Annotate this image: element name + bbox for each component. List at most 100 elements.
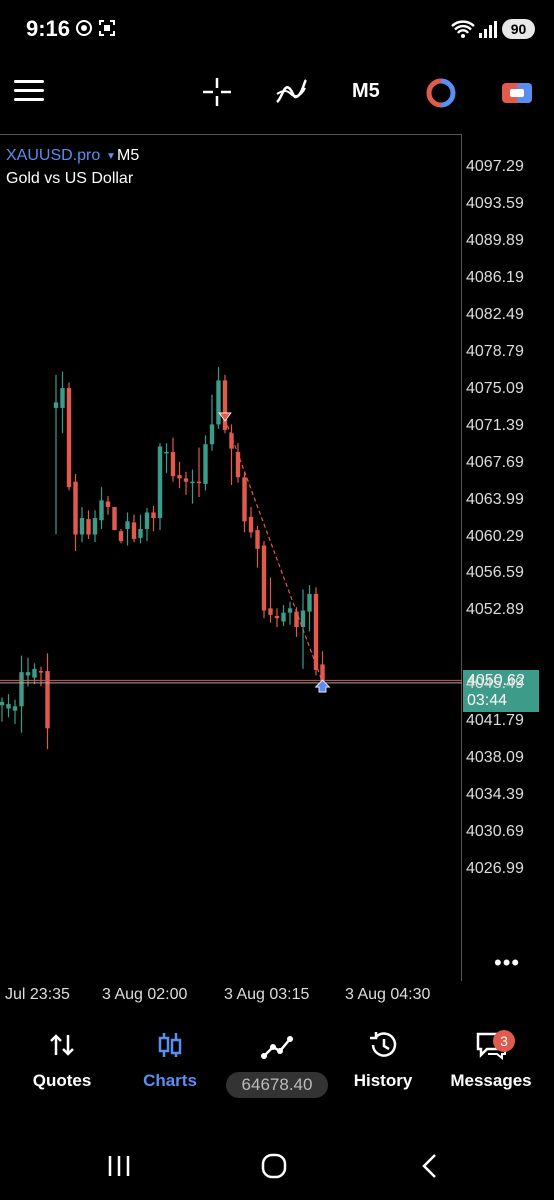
one-click-trading-icon[interactable] bbox=[500, 80, 534, 106]
candle-body bbox=[38, 671, 44, 673]
candle-body bbox=[255, 530, 260, 549]
candle-body bbox=[105, 501, 111, 507]
messages-badge: 3 bbox=[493, 1030, 515, 1052]
candle-body bbox=[6, 704, 11, 709]
nav-quotes[interactable]: Quotes bbox=[12, 1030, 112, 1091]
candle-body bbox=[19, 672, 24, 707]
candle-body bbox=[157, 446, 163, 519]
sell-arrow-marker bbox=[218, 412, 232, 422]
price-label: 4030.69 bbox=[466, 823, 524, 841]
nav-trade[interactable] bbox=[227, 1032, 327, 1067]
crosshair-icon[interactable] bbox=[201, 76, 233, 108]
candle-body bbox=[112, 506, 117, 531]
trade-line bbox=[224, 418, 324, 683]
trade-graph-icon bbox=[261, 1036, 293, 1059]
price-label: 4071.39 bbox=[466, 416, 524, 434]
candle-body bbox=[86, 519, 91, 535]
candle-body bbox=[268, 608, 273, 615]
candle-body bbox=[79, 518, 85, 535]
candle-body bbox=[177, 475, 182, 479]
charts-icon bbox=[158, 1033, 182, 1057]
candle-body bbox=[235, 451, 241, 478]
time-label: 3 Aug 04:30 bbox=[345, 986, 431, 1003]
camera-status-icon bbox=[76, 20, 92, 36]
candle-body bbox=[203, 444, 208, 484]
candle-body bbox=[32, 668, 37, 678]
price-label: 4052.89 bbox=[466, 601, 524, 619]
candle-body bbox=[183, 478, 189, 482]
candle-body bbox=[216, 380, 221, 425]
candle-body bbox=[248, 516, 254, 533]
nav-messages[interactable]: Messages bbox=[441, 1030, 541, 1091]
wifi-icon bbox=[451, 20, 475, 38]
time-label: Jul 23:35 bbox=[5, 986, 70, 1003]
price-axis bbox=[0, 0, 554, 1]
back-button[interactable] bbox=[418, 1152, 442, 1180]
candle-body bbox=[0, 701, 5, 706]
bar-countdown: 03:44 bbox=[467, 692, 508, 709]
candle-body bbox=[274, 615, 280, 619]
nav-history[interactable]: History bbox=[333, 1030, 433, 1091]
candle-body bbox=[164, 451, 169, 454]
price-label: 4045.49 bbox=[466, 675, 524, 693]
home-button[interactable] bbox=[260, 1152, 288, 1180]
candle-body bbox=[190, 481, 195, 484]
candlestick-chart[interactable] bbox=[0, 134, 462, 980]
more-options-icon[interactable]: ••• bbox=[494, 950, 520, 976]
nav-quotes-label: Quotes bbox=[32, 1071, 92, 1090]
trade-icon[interactable] bbox=[425, 78, 457, 108]
nav-charts-label: Charts bbox=[143, 1071, 197, 1090]
candle-body bbox=[261, 545, 267, 611]
price-label: 4038.09 bbox=[466, 749, 524, 767]
status-time: 9:16 bbox=[26, 16, 71, 41]
candle-body bbox=[287, 608, 293, 613]
time-label: 3 Aug 03:15 bbox=[224, 986, 310, 1003]
price-label: 4026.99 bbox=[466, 860, 524, 878]
menu-button[interactable] bbox=[14, 80, 44, 104]
candle-body bbox=[45, 671, 50, 729]
price-label: 4078.79 bbox=[466, 342, 524, 360]
candle-body bbox=[66, 388, 72, 488]
candle-body bbox=[131, 522, 137, 539]
timeframe-button[interactable]: M5 bbox=[352, 80, 380, 103]
candle-body bbox=[151, 512, 156, 519]
price-label: 4060.29 bbox=[466, 527, 524, 545]
battery-indicator: 90 bbox=[502, 19, 535, 39]
candle-body bbox=[12, 706, 18, 711]
candle-body bbox=[242, 477, 247, 522]
price-label: 4056.59 bbox=[466, 564, 524, 582]
candle-body bbox=[144, 512, 150, 530]
candle-body bbox=[125, 521, 130, 530]
screenshot-status-icon bbox=[99, 20, 115, 36]
candle-body bbox=[196, 481, 202, 484]
time-label: 3 Aug 02:00 bbox=[102, 986, 188, 1003]
nav-messages-label: Messages bbox=[450, 1071, 532, 1090]
price-label: 4041.79 bbox=[466, 712, 524, 730]
candle-body bbox=[92, 518, 98, 535]
candle-body bbox=[320, 664, 325, 683]
candle-body bbox=[138, 529, 143, 538]
price-label: 4034.39 bbox=[466, 786, 524, 804]
candle-body bbox=[25, 672, 31, 676]
candle-body bbox=[118, 531, 124, 542]
price-label: 4063.99 bbox=[466, 490, 524, 508]
candle-body bbox=[170, 451, 176, 477]
recent-apps-button[interactable] bbox=[106, 1152, 132, 1180]
nav-history-label: History bbox=[353, 1071, 413, 1090]
nav-charts[interactable]: Charts bbox=[120, 1030, 220, 1091]
candle-body bbox=[209, 424, 215, 445]
price-label: 4089.89 bbox=[466, 231, 524, 249]
candle-body bbox=[307, 593, 312, 612]
price-label: 4067.69 bbox=[466, 453, 524, 471]
candle-body bbox=[281, 612, 286, 622]
price-label: 4082.49 bbox=[466, 305, 524, 323]
buy-arrow-marker bbox=[314, 679, 331, 693]
price-label: 4093.59 bbox=[466, 194, 524, 212]
balance-display[interactable]: 64678.40 bbox=[226, 1072, 328, 1098]
history-icon bbox=[370, 1032, 397, 1057]
candle-body bbox=[60, 388, 65, 408]
indicators-icon[interactable] bbox=[274, 76, 308, 108]
candle-body bbox=[73, 481, 78, 535]
price-label: 4075.09 bbox=[466, 379, 524, 397]
candle-body bbox=[294, 611, 299, 628]
